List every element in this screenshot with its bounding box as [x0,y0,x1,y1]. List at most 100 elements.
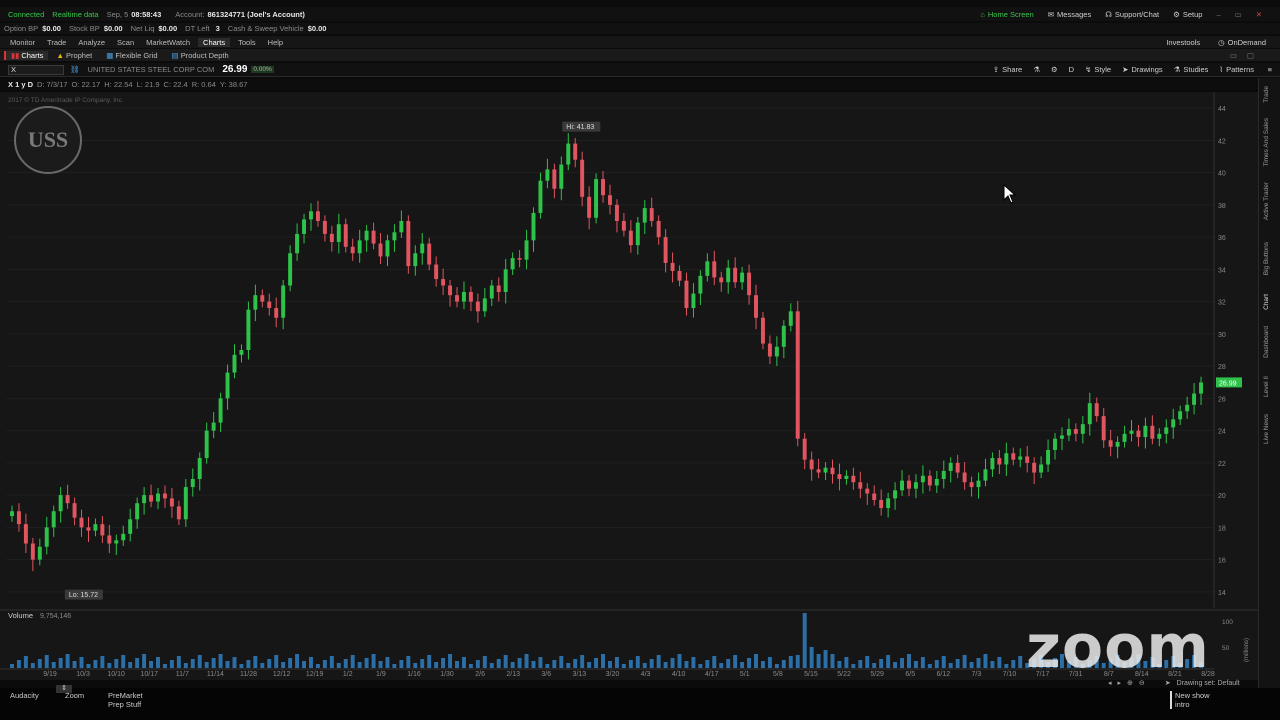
layout-icon[interactable]: ▭ [1230,51,1237,60]
symbol-input[interactable] [8,64,64,75]
menu-help[interactable]: Help [268,38,283,47]
account-select[interactable]: 861324771 (Joel's Account) [207,10,304,19]
candle-body [635,222,640,246]
headset-icon: ☊ [1105,9,1112,19]
chart-canvas[interactable]: 14 16 18 20 22 24 26 28 30 32 34 36 38 40 42 44 2017 © T… [0,92,1258,680]
candle-body [1185,404,1190,412]
subtab-prophet[interactable]: ▲ Prophet [56,51,92,60]
expand-icon[interactable]: ⇕ [56,685,72,693]
messages-button[interactable]: ✉ Messages [1048,10,1091,19]
candle-body [566,143,571,165]
menu-marketwatch[interactable]: MarketWatch [146,38,190,47]
style-icon: ↯ [1085,65,1092,74]
sidebar-tab-live-news[interactable]: Live News [1263,414,1270,444]
volume-bar [545,664,550,668]
menu-monitor[interactable]: Monitor [10,38,35,47]
volume-bar [371,654,376,668]
volume-bar [364,658,369,668]
gear-icon: ⚙ [1173,9,1180,19]
candle-body [413,253,418,267]
subtab-product-depth[interactable]: ▤ Product Depth [172,51,229,60]
volume-bar [93,660,98,668]
candle-body [997,458,1002,465]
volume-bar [1004,664,1009,668]
menu-icon[interactable]: ≡ [1268,65,1272,74]
net-liq-label: Net Liq [130,24,155,33]
volume-bar [663,662,668,668]
candle-body [218,398,223,423]
candle-body [183,487,188,520]
candle-body [225,372,230,399]
timeframe-button[interactable]: D [1069,65,1074,74]
maximize-button[interactable]: ▭ [1235,10,1242,19]
volume-bar [322,660,327,668]
sidebar-tab-active-trader[interactable]: Active Trader [1263,182,1270,220]
taskbar-premarket[interactable]: PreMarket Prep Stuff [108,691,158,709]
flask-icon[interactable]: ⚗ [1033,65,1040,74]
candle-body [781,325,786,347]
candle-body [907,480,911,489]
candle-body [1108,440,1113,447]
cash-sweep-value: $0.00 [307,24,327,33]
volume-bar [128,662,133,668]
volume-bar [858,660,863,668]
candle-body [893,490,898,499]
chart-settings-icon[interactable]: ⚙ [1051,65,1058,74]
volume-bar [218,654,223,668]
minimize-button[interactable]: – [1216,10,1220,19]
home-screen-button[interactable]: ⌂ Home Screen [980,10,1033,19]
style-button[interactable]: ↯ Style [1085,65,1111,74]
studies-button[interactable]: ⚗ Studies [1174,65,1209,74]
candle-body [517,258,522,260]
candle-body [809,459,814,470]
candle-body [614,204,619,221]
taskbar-new-show-intro[interactable]: New show intro [1170,691,1215,709]
menu-tools[interactable]: Tools [238,38,256,47]
taskbar-audacity[interactable]: Audacity [10,691,39,700]
setup-button[interactable]: ⚙ Setup [1173,10,1202,19]
drawings-button[interactable]: ➤ Drawings [1122,65,1163,74]
y-tick-label: 28 [1218,364,1226,371]
price-chart[interactable]: 14 16 18 20 22 24 26 28 30 32 34 36 38 40 42 44 2017 © T… [0,92,1258,680]
candle-body [1157,433,1162,439]
ondemand-button[interactable]: ◷ OnDemand [1218,38,1266,47]
menu-trade[interactable]: Trade [47,38,66,47]
menu-scan[interactable]: Scan [117,38,134,47]
y-tick-label: 16 [1218,558,1226,565]
menu-charts[interactable]: Charts [198,37,231,47]
volume-bar [246,660,251,668]
y-tick-label: 36 [1218,235,1226,242]
link-icon[interactable]: ⛓ [70,65,80,74]
subtab-charts[interactable]: ▮▮ Charts [4,50,49,60]
sidebar-tab-big-buttons[interactable]: Big Buttons [1263,242,1270,275]
share-button[interactable]: ⇪ Share [993,65,1022,74]
sidebar-tab-trade[interactable]: Trade [1263,86,1270,103]
subtab-flexible-grid[interactable]: ▦ Flexible Grid [106,51,157,60]
sidebar-tab-times-and-sales[interactable]: Times And Sales [1263,118,1270,167]
volume-bar [587,662,592,668]
sidebar-tab-level-ii[interactable]: Level II [1263,376,1270,397]
volume-bar [809,647,814,668]
candle-body [204,430,209,459]
volume-bar [58,658,63,668]
candle-body [733,267,738,283]
close-button[interactable]: ✕ [1256,10,1262,19]
menu-analyze[interactable]: Analyze [78,38,105,47]
candle-body [169,498,174,507]
detach-icon[interactable]: ▢ [1247,51,1254,60]
volume-bar [441,658,446,668]
candle-body [524,240,529,260]
volume-bar [934,660,939,668]
support-chat-button[interactable]: ☊ Support/Chat [1105,10,1159,19]
volume-bar [239,664,244,668]
sidebar-tab-dashboard[interactable]: Dashboard [1263,326,1270,358]
y-tick-label: 38 [1218,203,1226,210]
x-tick-label: 1/9 [376,671,386,678]
stock-bp-label: Stock BP [68,24,100,33]
sidebar-tab-chart[interactable]: Chart [1263,294,1270,310]
candle-body [900,480,904,491]
patterns-button[interactable]: ⌇ Patterns [1219,65,1254,74]
clock: 08:58:43 [131,9,162,19]
investools-link[interactable]: Investools [1166,38,1200,47]
candle-body [336,224,341,242]
